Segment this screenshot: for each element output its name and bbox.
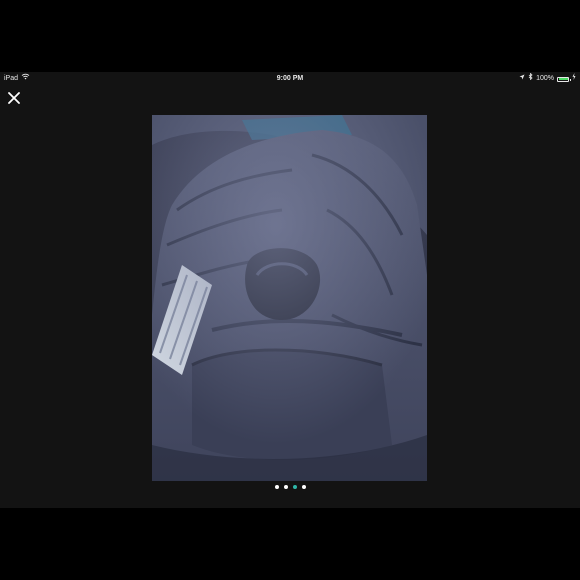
battery-percent: 100% [536, 75, 554, 82]
page-dot-1[interactable] [274, 485, 279, 489]
status-time: 9:00 PM [276, 75, 304, 82]
bluetooth-icon [528, 72, 533, 86]
status-right: 100% [519, 72, 576, 86]
close-button[interactable] [4, 88, 24, 108]
jacket-photo[interactable] [152, 115, 427, 481]
page-dot-2[interactable] [283, 485, 288, 489]
location-arrow-icon [519, 72, 525, 86]
battery-icon [557, 76, 571, 82]
page-dot-3[interactable] [292, 485, 297, 489]
jacket-photo-image [152, 115, 427, 481]
page-indicator [0, 485, 580, 489]
battery-fill [558, 78, 568, 80]
status-bar: iPad 9:00 PM 100% [0, 72, 580, 86]
page-dot-4[interactable] [301, 485, 306, 489]
close-icon [8, 92, 20, 104]
charging-icon [572, 72, 576, 86]
photo-viewer-screen: iPad 9:00 PM 100% [0, 72, 580, 508]
